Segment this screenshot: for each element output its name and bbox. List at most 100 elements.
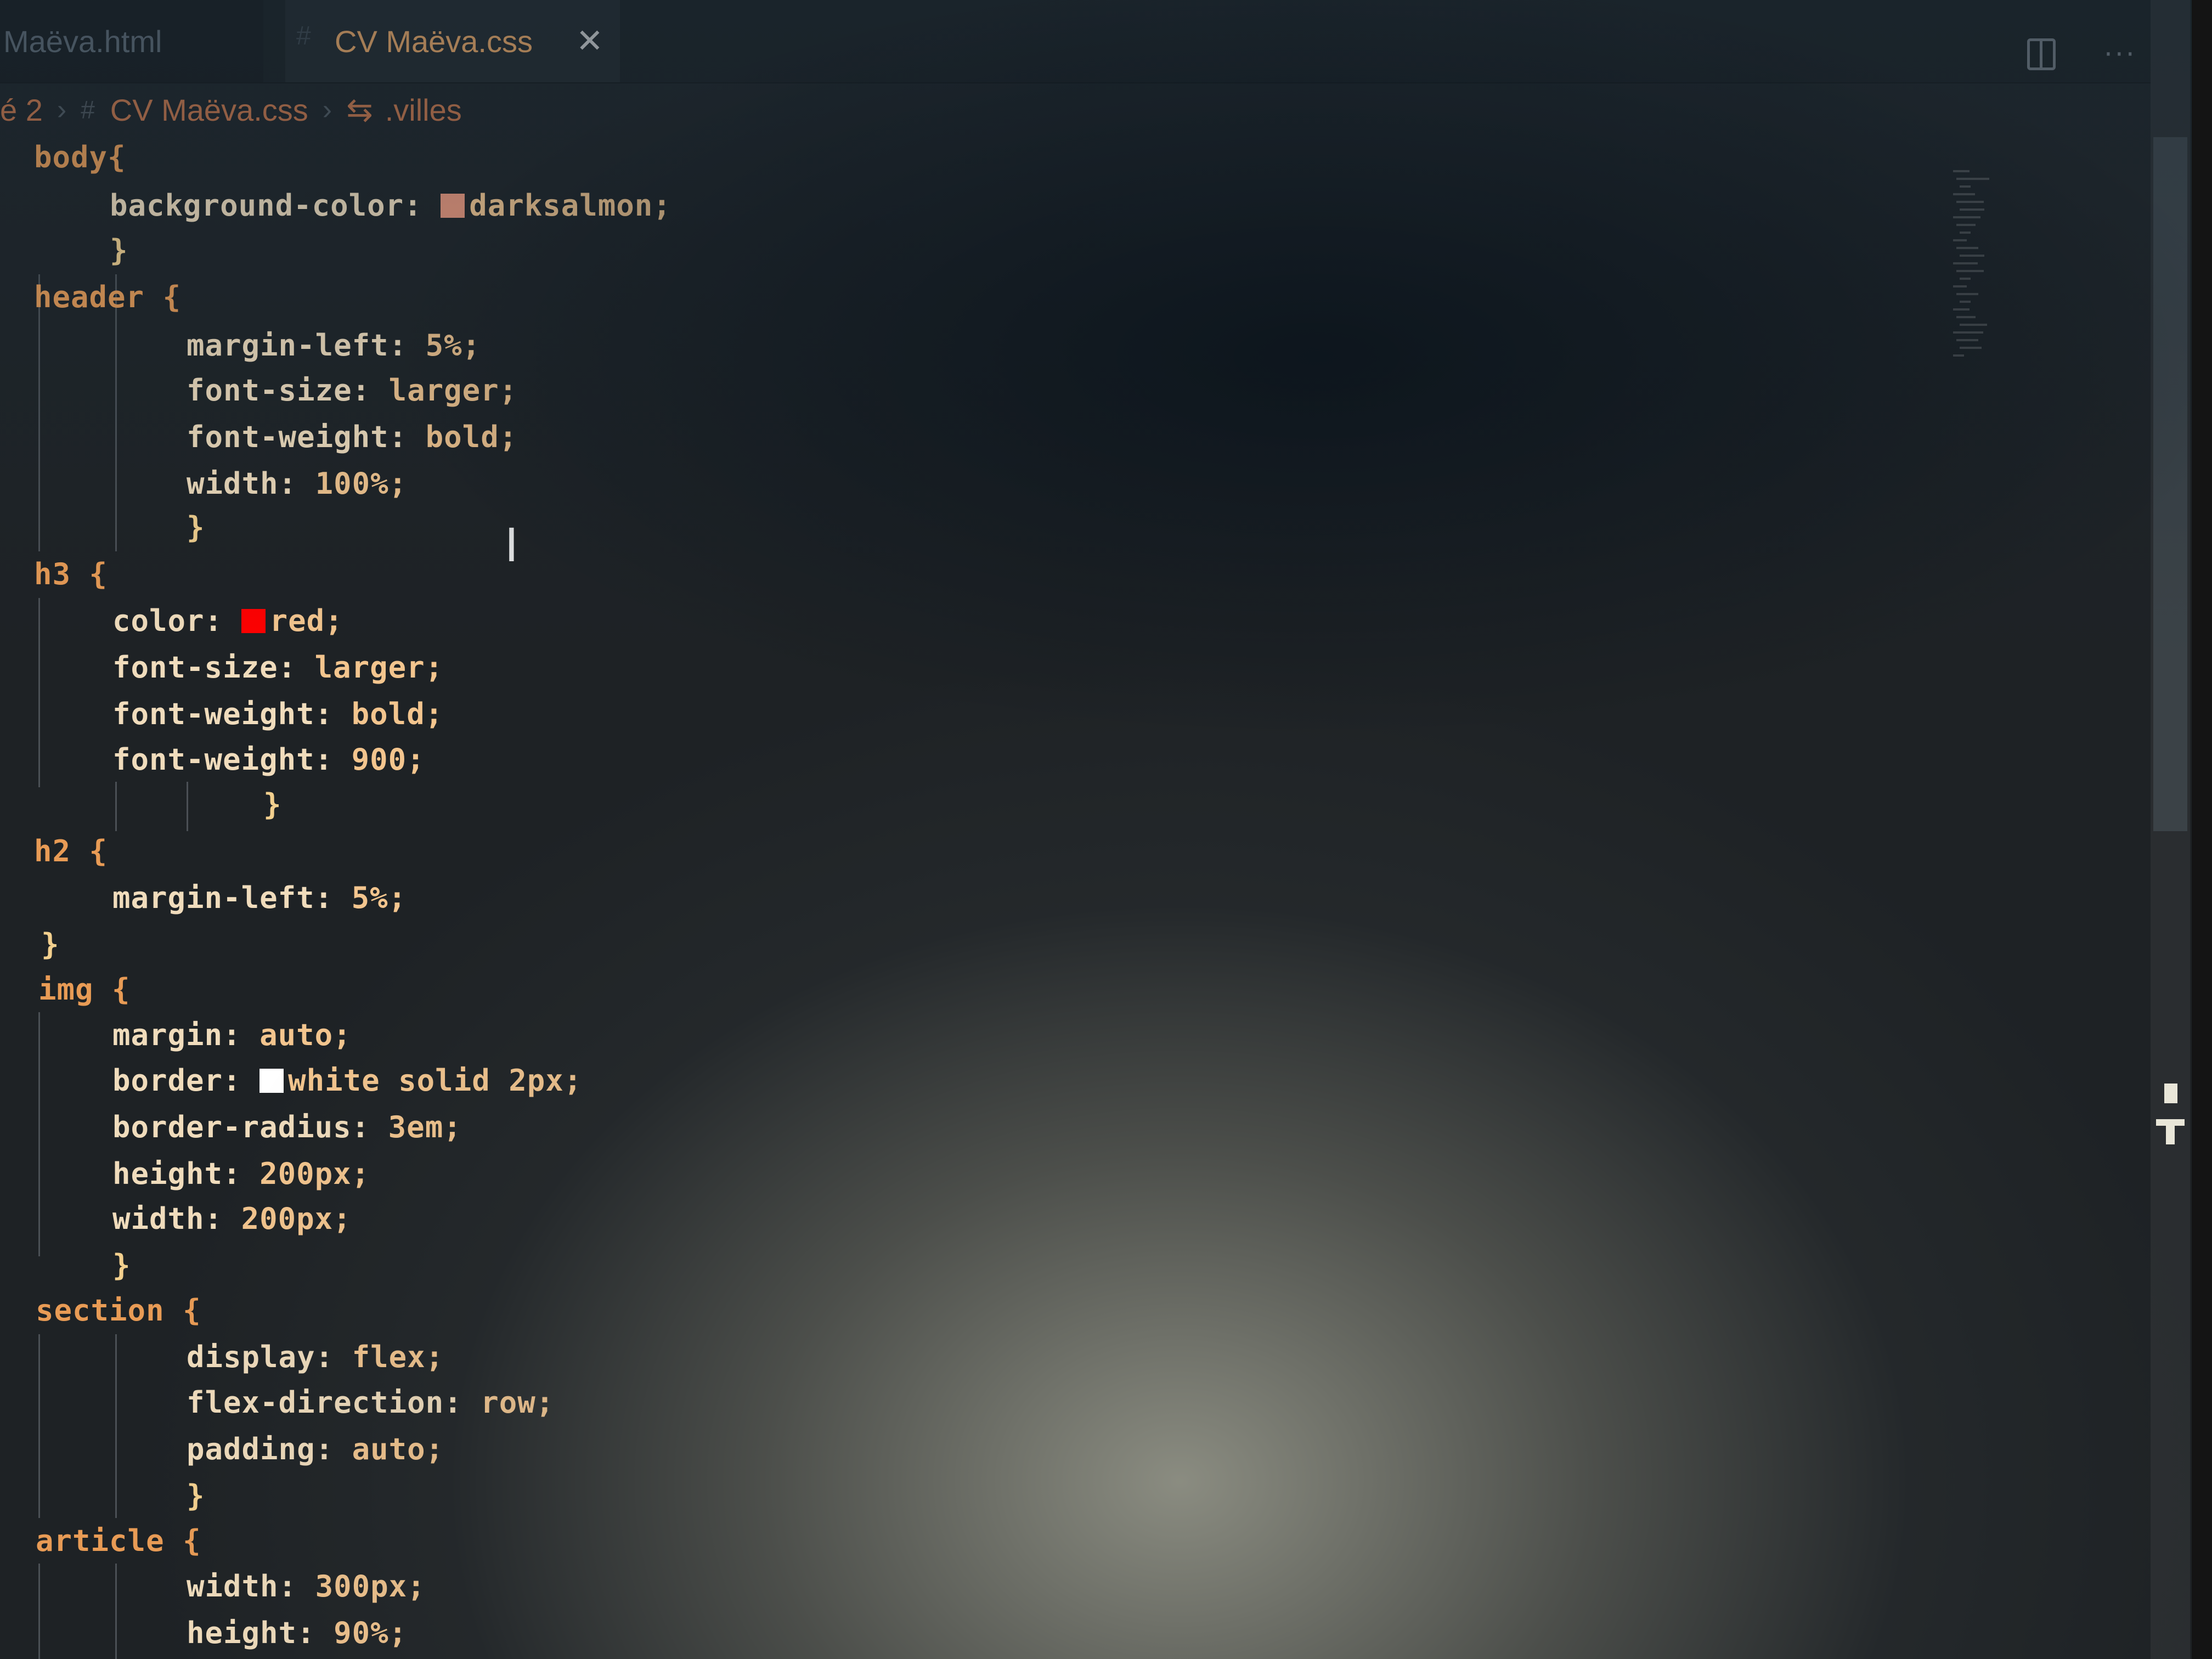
chevron-right-icon: › [57, 94, 67, 126]
minimap-line [1956, 247, 1978, 249]
code-line[interactable]: width: 300px; [187, 1564, 426, 1610]
code-line[interactable]: h3 { [34, 551, 108, 597]
breadcrumb-folder[interactable]: é 2 [0, 92, 43, 128]
tab-label: CV Maëva.css [335, 24, 533, 59]
css-selector: body{ [34, 140, 126, 174]
closing-brace: } [41, 927, 60, 962]
more-actions-icon[interactable]: ··· [2104, 38, 2137, 70]
code-line[interactable]: section { [36, 1288, 201, 1334]
css-property: border: [112, 1063, 241, 1098]
css-value: 100%; [315, 466, 408, 501]
css-value: 300px; [315, 1569, 426, 1604]
code-line[interactable]: border: white solid 2px; [112, 1058, 582, 1104]
code-line[interactable]: } [110, 228, 128, 274]
minimap-line [1956, 339, 1978, 341]
minimap-line [1960, 301, 1971, 303]
code-line[interactable]: img { [38, 967, 131, 1013]
code-line[interactable]: font-weight: bold; [187, 414, 517, 460]
code-line[interactable]: article { [36, 1518, 201, 1564]
monitor-bezel [2192, 0, 2212, 1659]
minimap-line [1956, 293, 1978, 295]
indent-guide [38, 598, 40, 787]
css-selector: section { [36, 1293, 201, 1328]
minimap-line [1960, 347, 1982, 349]
css-property: width: [187, 1569, 297, 1604]
minimap-line [1960, 208, 1984, 211]
scrollbar-thumb[interactable] [2153, 137, 2187, 831]
css-selector: img { [38, 972, 131, 1007]
editor-tab-bar: Maëva.html # CV Maëva.css ✕ ··· [0, 0, 2156, 83]
code-line[interactable]: margin: auto; [112, 1012, 352, 1058]
color-swatch-icon[interactable] [241, 609, 266, 633]
code-line[interactable]: width: 100%; [187, 461, 407, 507]
css-selector: article { [36, 1523, 201, 1558]
code-line[interactable]: header { [34, 274, 181, 320]
css-property: color: [112, 603, 223, 638]
css-value: white solid 2px; [288, 1063, 583, 1098]
css-value: flex; [352, 1340, 444, 1374]
css-value: bold; [425, 420, 518, 454]
minimap-line [1953, 216, 1980, 218]
breadcrumb-symbol[interactable]: .villes [385, 92, 462, 128]
css-property: flex-direction: [187, 1385, 462, 1420]
code-line[interactable]: width: 200px; [112, 1196, 352, 1242]
code-line[interactable]: background-color: darksalmon; [110, 183, 672, 229]
minimap-line [1953, 193, 1975, 195]
code-line[interactable]: font-size: larger; [187, 368, 517, 414]
code-line[interactable]: } [41, 922, 60, 968]
code-line[interactable]: } [187, 1473, 205, 1519]
css-property: background-color: [110, 188, 422, 223]
color-swatch-icon[interactable] [441, 194, 465, 218]
minimap[interactable] [1942, 170, 2002, 379]
breadcrumb: é 2 › # CV Maëva.css › ⇆ .villes [0, 85, 462, 134]
code-line[interactable]: font-weight: bold; [112, 691, 443, 737]
code-line[interactable]: padding: auto; [187, 1426, 444, 1472]
minimap-line [1960, 232, 1971, 234]
minimap-line [1953, 239, 1967, 241]
minimap-line [1956, 316, 1976, 318]
css-value: 5%; [351, 881, 407, 915]
closing-brace: } [187, 1479, 205, 1513]
css-value: 3em; [388, 1110, 462, 1144]
tab-cv-maeva-css[interactable]: # CV Maëva.css ✕ [285, 0, 620, 82]
css-property: font-weight: [112, 742, 334, 777]
indent-guide [115, 1334, 117, 1518]
code-line[interactable]: font-size: larger; [112, 645, 443, 691]
code-editor[interactable]: body{ background-color: darksalmon;} heade… [0, 134, 2151, 1659]
indent-guide [115, 1564, 117, 1659]
code-line[interactable]: flex-direction: row; [187, 1380, 554, 1426]
code-line[interactable]: height: 90%; [187, 1610, 407, 1656]
code-line[interactable]: color: red; [112, 598, 343, 644]
minimap-line [1956, 201, 1984, 203]
code-line[interactable]: display: flex; [187, 1334, 444, 1380]
code-line[interactable]: body{ [34, 134, 126, 180]
minimap-line [1956, 224, 1976, 226]
code-line[interactable]: } [263, 782, 282, 828]
scrollbar-marker [2164, 1084, 2177, 1103]
css-value: larger; [314, 650, 444, 685]
css-property: margin: [112, 1018, 241, 1052]
code-line[interactable]: margin-left: 5%; [112, 875, 407, 921]
css-value: 200px; [241, 1201, 352, 1236]
css-value: red; [269, 603, 343, 638]
indent-guide [38, 1012, 40, 1256]
tab-maeva-html[interactable]: Maëva.html [0, 0, 263, 82]
css-selector-icon: ⇆ [346, 91, 373, 128]
close-icon[interactable]: ✕ [576, 22, 603, 60]
code-line[interactable]: h2 { [34, 828, 108, 874]
code-line[interactable]: } [112, 1243, 131, 1289]
code-line[interactable]: } [187, 505, 205, 551]
breadcrumb-file[interactable]: CV Maëva.css [110, 92, 308, 128]
code-line[interactable]: border-radius: 3em; [112, 1104, 462, 1150]
code-line[interactable]: margin-left: 5%; [187, 323, 481, 369]
code-line[interactable]: height: 200px; [112, 1151, 370, 1197]
css-property: padding: [187, 1432, 334, 1466]
closing-brace: } [112, 1248, 131, 1283]
split-editor-icon[interactable] [2027, 38, 2056, 70]
css-selector: h2 { [34, 834, 108, 868]
css-selector: header { [34, 280, 182, 314]
css-value: auto; [352, 1432, 444, 1466]
color-swatch-icon[interactable] [259, 1069, 284, 1093]
code-line[interactable]: font-weight: 900; [112, 737, 425, 783]
css-value: 200px; [259, 1156, 370, 1191]
